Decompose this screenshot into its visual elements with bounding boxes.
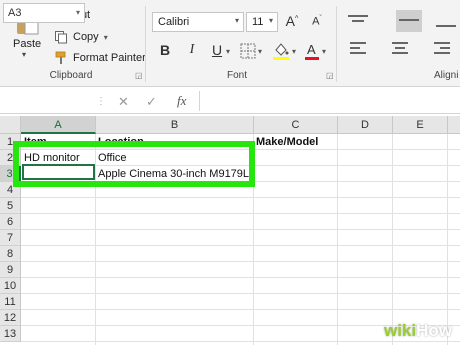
row-header-10[interactable]: 10: [0, 278, 21, 294]
chevron-down-icon: ▾: [75, 8, 80, 17]
wikihow-watermark: wikiHow: [384, 321, 452, 341]
name-box-value: A3: [8, 7, 22, 19]
row-header-5[interactable]: 5: [0, 198, 21, 214]
format-painter-label: Format Painter: [73, 52, 146, 64]
gridline: [21, 261, 460, 262]
font-name-value: Calibri: [158, 16, 190, 28]
gridline: [21, 309, 460, 310]
align-line: [348, 15, 368, 17]
italic-button[interactable]: I: [183, 42, 201, 58]
formula-input[interactable]: [199, 91, 460, 111]
group-divider: [336, 6, 337, 82]
increase-font-size-icon[interactable]: A^: [283, 13, 301, 29]
gridline: [21, 229, 460, 230]
chevron-down-icon[interactable]: ▾: [104, 33, 108, 42]
column-header-f[interactable]: [448, 116, 460, 134]
gridline: [21, 277, 460, 278]
chevron-down-icon[interactable]: ▾: [258, 47, 262, 56]
row-header-7[interactable]: 7: [0, 230, 21, 246]
align-line: [352, 20, 364, 22]
column-header-a[interactable]: A: [21, 116, 96, 134]
column-header-b[interactable]: B: [96, 116, 254, 134]
column-header-e[interactable]: E: [393, 116, 448, 134]
gridline: [21, 341, 460, 342]
chevron-down-icon: ▾: [234, 16, 239, 25]
align-line: [434, 42, 450, 44]
select-all-corner[interactable]: [0, 116, 21, 134]
align-right-icon[interactable]: [434, 40, 452, 58]
copy-label: Copy: [73, 31, 99, 43]
align-center-icon[interactable]: [392, 40, 410, 58]
cell-c1[interactable]: Make/Model: [256, 134, 318, 150]
font-group-label: Font: [226, 70, 247, 81]
gridline: [21, 245, 460, 246]
watermark-wiki: wiki: [383, 321, 417, 340]
highlight-box: [13, 141, 255, 187]
gridline: [21, 293, 460, 294]
column-header-d[interactable]: D: [338, 116, 393, 134]
align-line: [350, 42, 366, 44]
borders-icon[interactable]: [240, 43, 256, 59]
top-align-icon[interactable]: [348, 12, 368, 30]
chevron-down-icon[interactable]: ▾: [292, 47, 296, 56]
font-size-value: 11: [252, 16, 264, 28]
chevron-down-icon: ▾: [268, 16, 273, 25]
paste-button[interactable]: Paste: [13, 38, 41, 50]
chevron-down-icon[interactable]: ▾: [322, 47, 326, 56]
copy-icon: [55, 31, 67, 44]
group-divider: [145, 6, 146, 82]
clipboard-group-label: Clipboard: [49, 70, 93, 81]
alignment-group-label: Aligni: [434, 70, 459, 81]
format-painter-icon: [55, 51, 66, 64]
align-line: [395, 47, 405, 49]
insert-function-button[interactable]: fx: [177, 93, 186, 109]
align-line: [399, 19, 419, 21]
more-icon: ⋮: [96, 96, 106, 107]
row-header-6[interactable]: 6: [0, 214, 21, 230]
format-painter-button[interactable]: Format Painter: [54, 51, 146, 65]
row-header-13[interactable]: 13: [0, 326, 21, 342]
middle-align-icon[interactable]: [396, 10, 422, 32]
align-left-icon[interactable]: [350, 40, 368, 58]
enter-icon[interactable]: ✓: [146, 94, 157, 110]
gridline: [21, 213, 460, 214]
align-line: [434, 52, 450, 54]
name-box[interactable]: A3 ▾: [3, 3, 85, 23]
align-line: [350, 52, 366, 54]
font-name-select[interactable]: Calibri ▾: [152, 12, 244, 32]
font-size-select[interactable]: 11 ▾: [246, 12, 278, 32]
underline-button[interactable]: U: [208, 42, 226, 58]
row-header-12[interactable]: 12: [0, 310, 21, 326]
align-line: [392, 52, 408, 54]
decrease-font-size-icon[interactable]: Aˇ: [308, 15, 326, 28]
clipboard-launcher-icon[interactable]: ◲: [135, 71, 143, 80]
svg-text:A: A: [307, 42, 316, 57]
excel-window: Paste ▾ Cut Copy ▾ Format Painte: [0, 0, 460, 345]
bold-button[interactable]: B: [156, 42, 174, 58]
align-line: [436, 25, 456, 27]
fill-color-icon[interactable]: [272, 41, 290, 61]
row-header-9[interactable]: 9: [0, 262, 21, 278]
align-line: [392, 42, 408, 44]
copy-button[interactable]: Copy ▾: [54, 30, 108, 44]
align-line: [350, 47, 360, 49]
cancel-icon[interactable]: ✕: [118, 94, 129, 110]
watermark-how: How: [416, 321, 452, 340]
column-header-c[interactable]: C: [254, 116, 338, 134]
bottom-align-icon[interactable]: [436, 12, 458, 30]
chevron-down-icon[interactable]: ▾: [226, 47, 230, 56]
chevron-down-icon[interactable]: ▾: [22, 50, 26, 59]
row-header-8[interactable]: 8: [0, 246, 21, 262]
row-header-11[interactable]: 11: [0, 294, 21, 310]
font-color-icon[interactable]: A: [304, 41, 320, 61]
font-launcher-icon[interactable]: ◲: [326, 71, 334, 80]
gridline: [21, 197, 460, 198]
align-line: [440, 47, 450, 49]
